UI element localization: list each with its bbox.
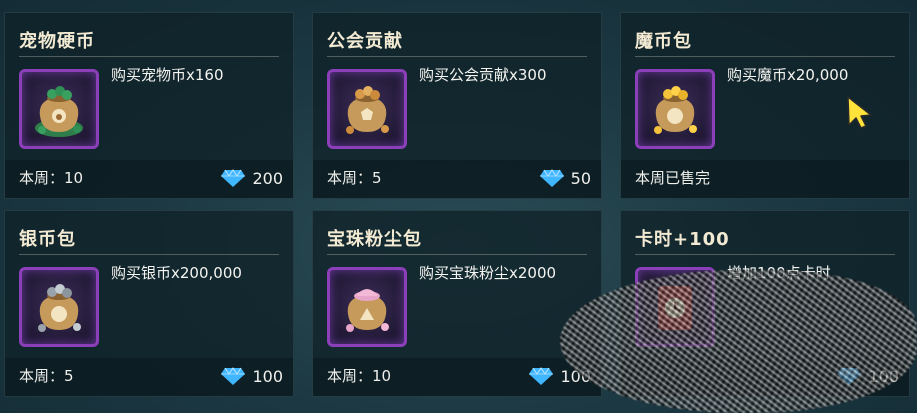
item-title: 宝珠粉尘包 <box>327 229 422 250</box>
item-description: 购买公会贡献x300 <box>419 66 547 84</box>
title-divider <box>635 56 895 57</box>
price-value: 50 <box>570 168 591 188</box>
item-description: 购买银币x200,000 <box>111 264 242 282</box>
title-divider <box>19 56 279 57</box>
item-description: 购买宝珠粉尘x2000 <box>419 264 557 282</box>
shop-item-orb-dust[interactable]: 宝珠粉尘包 购买宝珠粉尘x2000 本周：10 100 <box>312 210 602 397</box>
shop-item-silver-coin[interactable]: 银币包 购买银币x200,000 本周：5 100 <box>4 210 294 397</box>
silver-coin-bag-icon <box>19 267 99 347</box>
weekly-limit: 本周：10 <box>327 367 392 385</box>
item-description: 购买魔币x20,000 <box>727 66 849 84</box>
diamond-icon <box>220 168 246 188</box>
item-title: 魔币包 <box>635 31 692 52</box>
price-tag: 200 <box>220 168 283 188</box>
magic-coin-bag-icon <box>635 69 715 149</box>
shop-grid: 宠物硬币 购买宠物币x160 本周：10 200 公会贡献 购买公会贡献x300… <box>0 0 917 413</box>
diamond-icon <box>528 366 554 386</box>
price-tag: 50 <box>539 168 591 188</box>
diamond-icon <box>220 366 246 386</box>
price-value: 100 <box>252 366 283 386</box>
sold-out-status: 本周已售完 <box>635 169 711 187</box>
title-divider <box>327 56 587 57</box>
diamond-icon <box>539 168 565 188</box>
mouse-cursor-icon <box>845 95 875 129</box>
weekly-limit: 本周：5 <box>327 169 382 187</box>
item-description: 购买宠物币x160 <box>111 66 224 84</box>
weekly-limit: 本周：10 <box>19 169 84 187</box>
item-title: 卡时+100 <box>635 229 730 250</box>
weekly-limit: 本周：5 <box>19 367 74 385</box>
orb-dust-bag-icon <box>327 267 407 347</box>
title-divider <box>635 254 895 255</box>
shop-item-guild-contribution[interactable]: 公会贡献 购买公会贡献x300 本周：5 50 <box>312 12 602 199</box>
price-tag: 100 <box>220 366 283 386</box>
item-title: 银币包 <box>19 229 76 250</box>
noise-overlay <box>560 270 917 413</box>
price-value: 200 <box>252 168 283 188</box>
item-title: 宠物硬币 <box>19 31 95 52</box>
pet-coin-bag-icon <box>19 69 99 149</box>
title-divider <box>19 254 279 255</box>
title-divider <box>327 254 587 255</box>
item-title: 公会贡献 <box>327 31 403 52</box>
guild-contribution-bag-icon <box>327 69 407 149</box>
shop-item-pet-coin[interactable]: 宠物硬币 购买宠物币x160 本周：10 200 <box>4 12 294 199</box>
